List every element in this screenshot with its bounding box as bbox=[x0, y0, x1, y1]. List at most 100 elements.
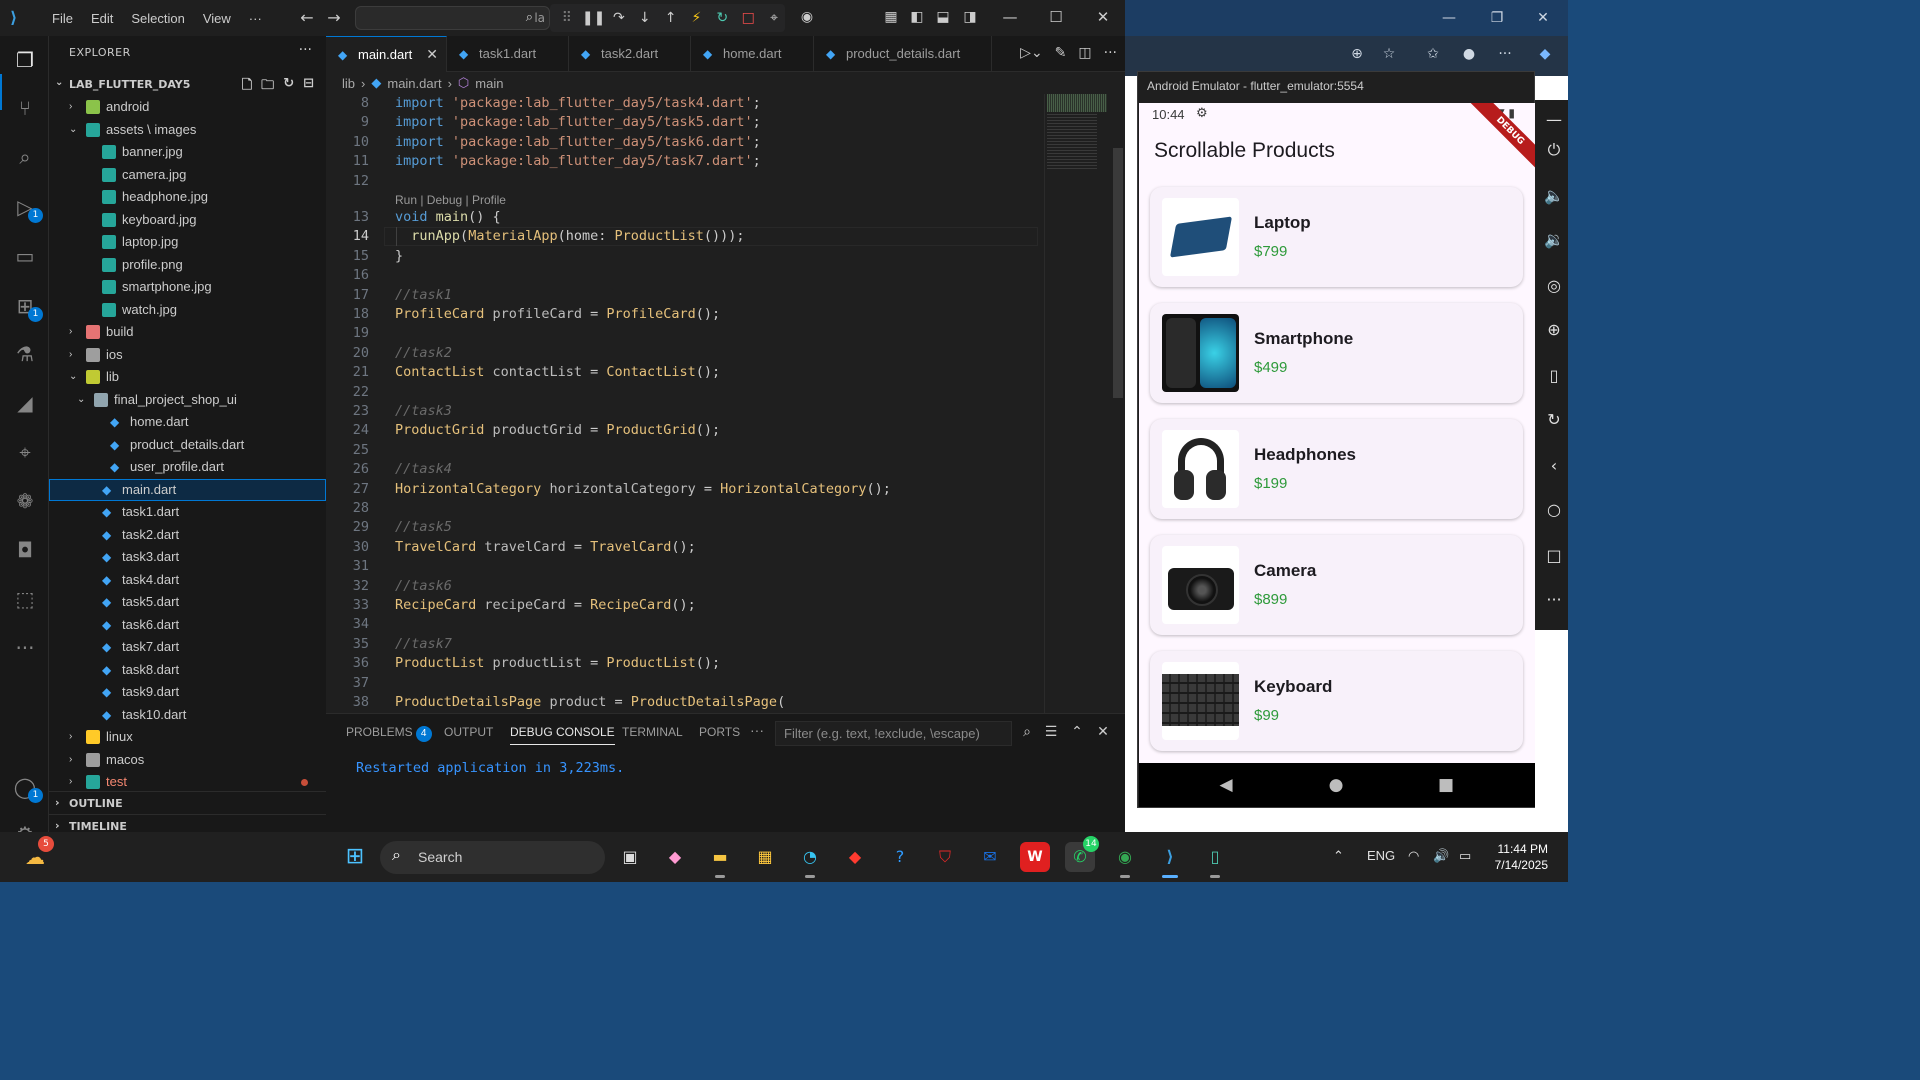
inspect-widget-icon[interactable]: ⌖ bbox=[763, 7, 785, 29]
tree-file[interactable]: camera.jpg bbox=[49, 164, 326, 186]
tree-folder[interactable]: › macos bbox=[49, 749, 326, 771]
extensions-icon[interactable]: ⊞ 1 bbox=[11, 292, 43, 322]
nav-recents-icon[interactable]: ■ bbox=[1436, 775, 1456, 795]
chrome-icon[interactable]: ◉ bbox=[1110, 842, 1140, 878]
tree-file[interactable]: smartphone.jpg bbox=[49, 276, 326, 298]
minimap[interactable] bbox=[1044, 94, 1108, 713]
maximize-button[interactable]: ☐ bbox=[1041, 6, 1071, 28]
search-icon[interactable]: ⌕ bbox=[11, 143, 39, 171]
side-power-icon[interactable]: ⏻ bbox=[1542, 138, 1566, 162]
back-arrow-icon[interactable]: ← bbox=[297, 8, 317, 28]
wifi-icon[interactable]: ◠ bbox=[1408, 848, 1419, 864]
collapse-all-icon[interactable]: ⊟ bbox=[303, 76, 314, 98]
side-home-icon[interactable]: ○ bbox=[1542, 498, 1566, 522]
tab-task2-dart[interactable]: ◆ task2.dart bbox=[569, 36, 691, 72]
browser-more-icon[interactable]: ··· bbox=[1495, 44, 1515, 64]
browser-close-button[interactable]: ✕ bbox=[1533, 8, 1553, 28]
emulator-taskbar-icon[interactable]: ▯ bbox=[1200, 842, 1230, 878]
stop-icon[interactable]: □ bbox=[737, 7, 759, 29]
side-zoom-icon[interactable]: ⊕ bbox=[1542, 318, 1566, 342]
tab-product-details-dart[interactable]: ◆ product_details.dart bbox=[814, 36, 992, 72]
side-back-icon[interactable]: ‹ bbox=[1542, 454, 1566, 478]
restart-icon[interactable]: ↻ bbox=[711, 7, 733, 29]
outline-section[interactable]: › OUTLINE bbox=[49, 791, 326, 813]
toggle-panel-icon[interactable]: ⬓ bbox=[934, 8, 952, 26]
refresh-icon[interactable]: ↻ bbox=[283, 76, 294, 98]
explorer-icon[interactable]: ❐ bbox=[11, 46, 39, 74]
close-tab-icon[interactable]: ✕ bbox=[426, 46, 438, 63]
volume-icon[interactable]: 🔊 bbox=[1433, 848, 1449, 864]
whatsapp-icon[interactable]: ✆ 14 bbox=[1065, 836, 1099, 872]
panel-more-icon[interactable]: ··· bbox=[750, 722, 764, 738]
tree-file[interactable]: ◆ user_profile.dart bbox=[49, 456, 326, 478]
toggle-secondary-sidebar-icon[interactable]: ◨ bbox=[961, 8, 979, 26]
tab-debug-console[interactable]: DEBUG CONSOLE bbox=[510, 725, 615, 745]
menu-file[interactable]: File bbox=[52, 11, 73, 26]
breadcrumb-symbol[interactable]: main bbox=[475, 76, 503, 91]
nav-back-icon[interactable]: ◀ bbox=[1216, 775, 1236, 795]
tree-file[interactable]: ◆ task7.dart bbox=[49, 636, 326, 658]
tree-file[interactable]: ◆ main.dart bbox=[49, 478, 326, 501]
tree-folder[interactable]: ⌄ lib bbox=[49, 366, 326, 388]
project-root[interactable]: ⌄ LAB_FLUTTER_DAY5 🗋 🗀 ↻ ⊟ bbox=[49, 74, 326, 96]
accounts-icon[interactable]: ◯ 1 bbox=[11, 773, 43, 803]
battery-icon[interactable]: ▭ bbox=[1459, 848, 1471, 864]
vscode-taskbar-icon[interactable]: ⟩ bbox=[1155, 842, 1185, 878]
breadcrumb-lib[interactable]: lib bbox=[342, 76, 355, 91]
menu-view[interactable]: View bbox=[203, 11, 231, 26]
zoom-icon[interactable]: ⊕ bbox=[1347, 44, 1367, 64]
codelens-run-debug[interactable]: Run | Debug | Profile bbox=[395, 193, 506, 207]
editor-scrollbar[interactable] bbox=[1112, 94, 1124, 713]
tree-file[interactable]: ◆ task8.dart bbox=[49, 659, 326, 681]
tree-file[interactable]: ◆ product_details.dart bbox=[49, 434, 326, 456]
tree-file[interactable]: ◆ task9.dart bbox=[49, 681, 326, 703]
help-app-icon[interactable]: ? bbox=[885, 842, 915, 872]
favorites-list-icon[interactable]: ✩ bbox=[1423, 44, 1443, 64]
product-card[interactable]: Smartphone $499 bbox=[1150, 303, 1523, 403]
hot-reload-icon[interactable]: ⚡ bbox=[686, 7, 708, 29]
product-card[interactable]: Camera $899 bbox=[1150, 535, 1523, 635]
toggle-primary-sidebar-icon[interactable]: ◧ bbox=[908, 8, 926, 26]
side-more-icon[interactable]: ··· bbox=[1542, 588, 1566, 612]
menu-more[interactable]: ··· bbox=[249, 11, 262, 26]
tree-file[interactable]: ◆ task2.dart bbox=[49, 524, 326, 546]
inspect-icon[interactable]: ⌖ bbox=[11, 438, 39, 466]
tree-file[interactable]: ◆ task3.dart bbox=[49, 546, 326, 568]
mcafee-icon[interactable]: ⛉ bbox=[930, 842, 960, 872]
outlook-icon[interactable]: ✉ bbox=[975, 842, 1005, 872]
scrollbar-thumb[interactable] bbox=[1113, 148, 1123, 398]
tree-file[interactable]: profile.png bbox=[49, 254, 326, 276]
tab-main-dart[interactable]: ◆ main.dart ✕ bbox=[326, 36, 447, 72]
tree-file[interactable]: ◆ task4.dart bbox=[49, 569, 326, 591]
file-explorer-icon[interactable]: ▬ bbox=[705, 842, 735, 878]
product-card[interactable]: Keyboard $99 bbox=[1150, 651, 1523, 751]
side-rotate-icon[interactable]: ▯ bbox=[1542, 364, 1566, 388]
product-card[interactable]: Laptop $799 bbox=[1150, 187, 1523, 287]
tree-file[interactable]: ◆ task10.dart bbox=[49, 704, 326, 726]
tab-ports[interactable]: PORTS bbox=[699, 725, 740, 739]
clock[interactable]: 11:44 PM 7/14/2025 bbox=[1495, 841, 1548, 873]
side-refresh-icon[interactable]: ↻ bbox=[1542, 408, 1566, 432]
step-out-icon[interactable]: ↑ bbox=[660, 7, 682, 29]
tree-folder[interactable]: › test bbox=[49, 771, 326, 793]
side-overview-icon[interactable]: □ bbox=[1542, 544, 1566, 568]
testing-icon[interactable]: ⚗ bbox=[11, 340, 39, 368]
find-icon[interactable]: ⌕ bbox=[1018, 723, 1036, 741]
microsoft-store-icon[interactable]: ▦ bbox=[750, 842, 780, 872]
console-filter-input[interactable]: Filter (e.g. text, !exclude, \escape) bbox=[775, 721, 1012, 746]
language-indicator[interactable]: ENG bbox=[1367, 848, 1395, 863]
close-panel-icon[interactable]: ✕ bbox=[1094, 723, 1112, 741]
tree-file[interactable]: keyboard.jpg bbox=[49, 209, 326, 231]
new-folder-icon[interactable]: 🗀 bbox=[261, 76, 274, 98]
new-file-icon[interactable]: 🗋 bbox=[242, 76, 252, 98]
run-debug-icon[interactable]: ▷ 1 bbox=[11, 193, 43, 223]
code-editor[interactable]: 8 import 'package:lab_flutter_day5/task4.… bbox=[326, 94, 1041, 713]
profile-avatar-icon[interactable]: ● bbox=[1459, 44, 1479, 64]
anydesk-icon[interactable]: ◆ bbox=[840, 842, 870, 872]
copilot-icon[interactable]: ◆ bbox=[1535, 44, 1555, 64]
start-windows-icon[interactable]: ⊞ bbox=[340, 842, 370, 872]
tree-folder[interactable]: › android bbox=[49, 96, 326, 118]
side-volume-icon[interactable]: 🔈 bbox=[1542, 184, 1566, 208]
split-editor-icon[interactable]: ◫ bbox=[1078, 45, 1091, 61]
weather-icon[interactable]: ☁ 5 bbox=[20, 836, 54, 872]
